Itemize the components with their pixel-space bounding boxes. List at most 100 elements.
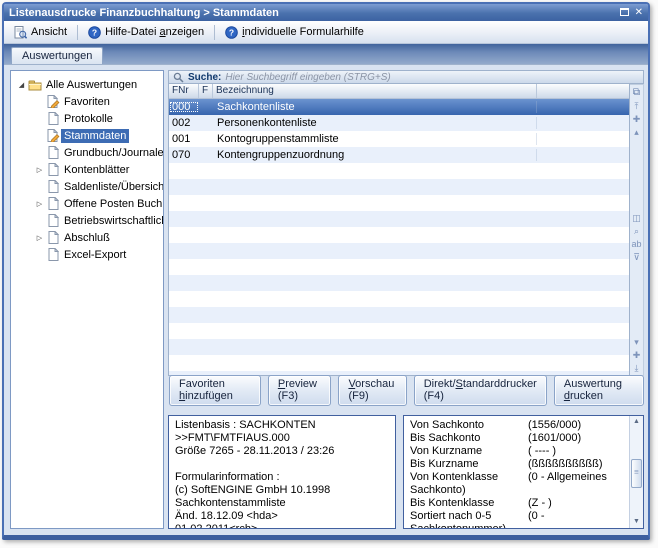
scroll-down-arrow-icon[interactable]: ▼ <box>633 516 640 528</box>
expander-collapsed-icon[interactable]: ▷ <box>34 166 45 174</box>
cell-fnr: 000 <box>169 101 199 113</box>
info-label: Von Kontenklasse <box>410 471 528 484</box>
action-button-vorschau-f9[interactable]: Vorschau (F9) <box>338 375 406 406</box>
info-line: Sachkontenstammliste <box>175 497 389 510</box>
restore-button[interactable] <box>620 7 629 19</box>
grid-wrap: FNr F Bezeichnung 000Sachkontenliste002P… <box>168 84 644 376</box>
info-line <box>175 458 389 471</box>
tree-item-grundbuch-journale[interactable]: Grundbuch/Journale <box>12 144 162 161</box>
search-icon <box>173 72 184 83</box>
expander-collapsed-icon[interactable]: ▷ <box>34 200 45 208</box>
card-view-icon[interactable]: ◫ <box>632 212 641 225</box>
table-row-personenkontenliste[interactable]: 002Personenkontenliste <box>169 115 629 131</box>
list-info-panel: Listenbasis : SACHKONTEN>>FMT\FMTFIAUS.0… <box>168 415 396 529</box>
table-row-sachkontenliste[interactable]: 000Sachkontenliste <box>169 99 629 115</box>
scroll-bottom-icon[interactable]: ⤓ <box>635 362 639 375</box>
column-header-f[interactable]: F <box>199 84 213 98</box>
tree-item-abschlu[interactable]: ▷Abschluß <box>12 229 162 246</box>
column-chooser-icon[interactable]: ⧉ <box>633 85 640 100</box>
tree-item-stammdaten[interactable]: Stammdaten <box>12 127 162 144</box>
expander-collapsed-icon[interactable]: ▷ <box>34 234 45 242</box>
action-button-preview-f3[interactable]: Preview (F3) <box>268 375 332 406</box>
table-row-empty <box>169 243 629 259</box>
scroll-thumb[interactable] <box>631 459 642 488</box>
info-label: Von Kurzname <box>410 445 528 458</box>
page-edit-icon <box>45 95 61 108</box>
row-down-icon[interactable]: ✚ <box>633 349 641 362</box>
filter-icon[interactable]: ⊽ <box>633 251 640 264</box>
info-value: (ßßßßßßßßßß) <box>528 458 603 470</box>
tree-item-alle-auswertungen[interactable]: ◢ Alle Auswertungen <box>12 76 162 93</box>
navigation-tree: ◢ Alle AuswertungenFavoritenProtokolle Sta… <box>10 70 164 529</box>
tree-item-label: Stammdaten <box>61 129 129 143</box>
expander-expanded-icon[interactable]: ◢ <box>16 81 27 89</box>
page-icon <box>45 146 61 159</box>
info-value: (1601/000) <box>528 432 581 444</box>
tree-item-kontenbl-tter[interactable]: ▷Kontenblätter <box>12 161 162 178</box>
toolbar-button-hilfe-datei-anzeigen[interactable]: ?Hilfe-Datei anzeigen <box>82 24 210 41</box>
tree-item-betriebswirtschaftliche-auswertungen[interactable]: Betriebswirtschaftliche Auswertungen <box>12 212 162 229</box>
scroll-down-icon[interactable]: ▾ <box>634 336 639 349</box>
tree-item-saldenliste-bersicht[interactable]: Saldenliste/Übersicht <box>12 178 162 195</box>
row-up-icon[interactable]: ✚ <box>633 113 641 126</box>
action-button-direkt-standarddrucker-f4[interactable]: Direkt/Standarddrucker (F4) <box>414 375 547 406</box>
tree-item-label: Offene Posten Buchhaltung <box>61 197 164 211</box>
toolbar-separator <box>214 25 215 40</box>
toolbar-button-individuelle-formularhilfe[interactable]: ?individuelle Formularhilfe <box>219 24 370 41</box>
page-icon <box>45 112 61 125</box>
tab-auswertungen[interactable]: Auswertungen <box>11 47 103 64</box>
info-line: Änd. 18.12.09 <hda> <box>175 510 389 523</box>
info-row-bis-kontenklasse: Bis Kontenklasse(Z - ) <box>410 497 627 510</box>
grid-header: FNr F Bezeichnung <box>169 84 629 99</box>
info-row-sortiert-nach-0-5: Sortiert nach 0-5(0 - Sachkontonummer) <box>410 510 627 529</box>
action-button-row: Favoriten hinzufügenPreview (F3)Vorschau… <box>168 376 644 404</box>
action-button-favoriten-hinzuf-gen[interactable]: Favoriten hinzufügen <box>169 375 261 406</box>
field-list-icon[interactable]: ab <box>631 238 641 251</box>
scroll-up-icon[interactable]: ▴ <box>634 126 639 139</box>
table-row-kontengruppenzuordnung[interactable]: 070Kontengruppenzuordnung <box>169 147 629 163</box>
scroll-top-icon[interactable]: ⤒ <box>635 100 639 113</box>
table-row-empty <box>169 259 629 275</box>
info-line: 01.02.2011<rch> <box>175 523 389 529</box>
search-bar[interactable]: Suche: Hier Suchbegriff eingeben (STRG+S… <box>168 70 644 84</box>
table-row-empty <box>169 211 629 227</box>
info-label: Bis Sachkonto <box>410 432 528 445</box>
column-header-empty[interactable] <box>537 84 629 98</box>
reports-grid: FNr F Bezeichnung 000Sachkontenliste002P… <box>168 84 630 376</box>
svg-text:?: ? <box>229 27 234 37</box>
page-icon <box>45 248 61 261</box>
cell-bezeichnung: Kontengruppenzuordnung <box>213 149 537 161</box>
tree-item-offene-posten-buchhaltung[interactable]: ▷ Offene Posten Buchhaltung <box>12 195 162 212</box>
info-line: Formularinformation : <box>175 471 389 484</box>
tree-item-label: Alle Auswertungen <box>43 78 140 92</box>
info-line: Größe 7265 - 28.11.2013 / 23:26 <box>175 445 389 458</box>
info-value: (1556/000) <box>528 419 581 431</box>
page-icon <box>45 197 61 210</box>
info-value: (Z - ) <box>528 497 552 509</box>
app-window: Listenausdrucke Finanzbuchhaltung > Stam… <box>2 2 650 540</box>
action-button-auswertung-drucken[interactable]: Auswertung drucken <box>554 375 644 406</box>
search-rail-icon[interactable]: ⌕ <box>634 225 639 238</box>
column-header-fnr[interactable]: FNr <box>169 84 199 98</box>
info-scrollbar[interactable]: ▲ ▼ <box>629 416 643 528</box>
tree-item-excel-export[interactable]: Excel-Export <box>12 246 162 263</box>
info-row: Listenbasis : SACHKONTEN>>FMT\FMTFIAUS.0… <box>168 415 644 529</box>
help-icon: ? <box>225 26 238 39</box>
scroll-up-arrow-icon[interactable]: ▲ <box>633 416 640 428</box>
toolbar-button-ansicht[interactable]: Ansicht <box>8 24 73 41</box>
close-button[interactable]: ✕ <box>635 8 643 18</box>
page-icon <box>45 214 61 227</box>
range-info-text: Von Sachkonto(1556/000)Bis Sachkonto(160… <box>404 416 629 528</box>
page-icon <box>45 163 61 176</box>
column-header-bezeichnung[interactable]: Bezeichnung <box>213 84 537 98</box>
info-value: ( ---- ) <box>528 445 556 457</box>
tree-item-protokolle[interactable]: Protokolle <box>12 110 162 127</box>
table-row-kontogruppenstammliste[interactable]: 001Kontogruppenstammliste <box>169 131 629 147</box>
info-line: >>FMT\FMTFIAUS.000 <box>175 432 389 445</box>
table-row-empty <box>169 179 629 195</box>
page-icon <box>45 231 61 244</box>
page-edit-icon <box>45 129 61 142</box>
range-info-panel: Von Sachkonto(1556/000)Bis Sachkonto(160… <box>403 415 644 529</box>
title-bar: Listenausdrucke Finanzbuchhaltung > Stam… <box>4 4 648 21</box>
tree-item-favoriten[interactable]: Favoriten <box>12 93 162 110</box>
